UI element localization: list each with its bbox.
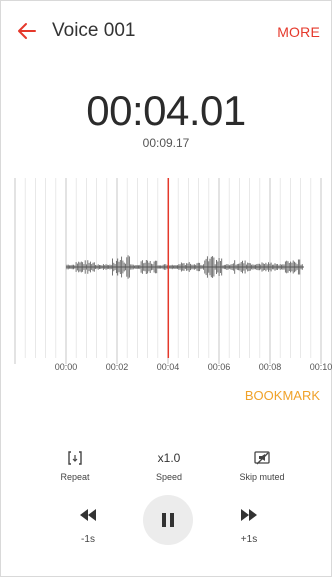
timeline-tick-label: 00:04 [157,362,180,372]
back-arrow-icon[interactable] [14,18,40,44]
rewind-label: -1s [81,534,95,545]
bookmark-button[interactable]: BOOKMARK [245,388,320,403]
skip-muted-icon [222,448,302,468]
repeat-button[interactable]: Repeat [35,448,115,482]
total-duration: 00:09.17 [142,136,190,150]
speed-label: Speed [155,472,183,482]
repeat-label: Repeat [60,472,90,482]
skip-muted-label: Skip muted [239,472,285,482]
forward-label: +1s [240,534,258,545]
repeat-icon [35,448,115,468]
forward-button[interactable]: +1s [224,507,274,545]
speed-button[interactable]: x1.0 Speed [129,448,209,482]
timeline-tick-label: 00:00 [55,362,78,372]
waveform-timeline[interactable]: 00:00 00:02 00:04 00:06 00:08 00:10 [0,176,332,376]
timeline-tick-label: 00:08 [259,362,282,372]
timeline-tick-label: 00:02 [106,362,129,372]
more-button[interactable]: MORE [277,24,320,40]
elapsed-time: 00:04.01 [86,87,246,134]
app-header: Voice 001 MORE [0,0,332,64]
pause-button[interactable] [143,495,193,545]
pause-icon [162,513,174,527]
speed-value: x1.0 [157,451,181,465]
skip-muted-button[interactable]: Skip muted [222,448,302,482]
rewind-icon [80,509,96,521]
recording-title: Voice 001 [52,20,136,41]
timeline-tick-label: 00:10 [310,362,332,372]
rewind-button[interactable]: -1s [63,507,113,545]
timeline-tick-label: 00:06 [208,362,231,372]
fast-forward-icon [241,509,257,521]
